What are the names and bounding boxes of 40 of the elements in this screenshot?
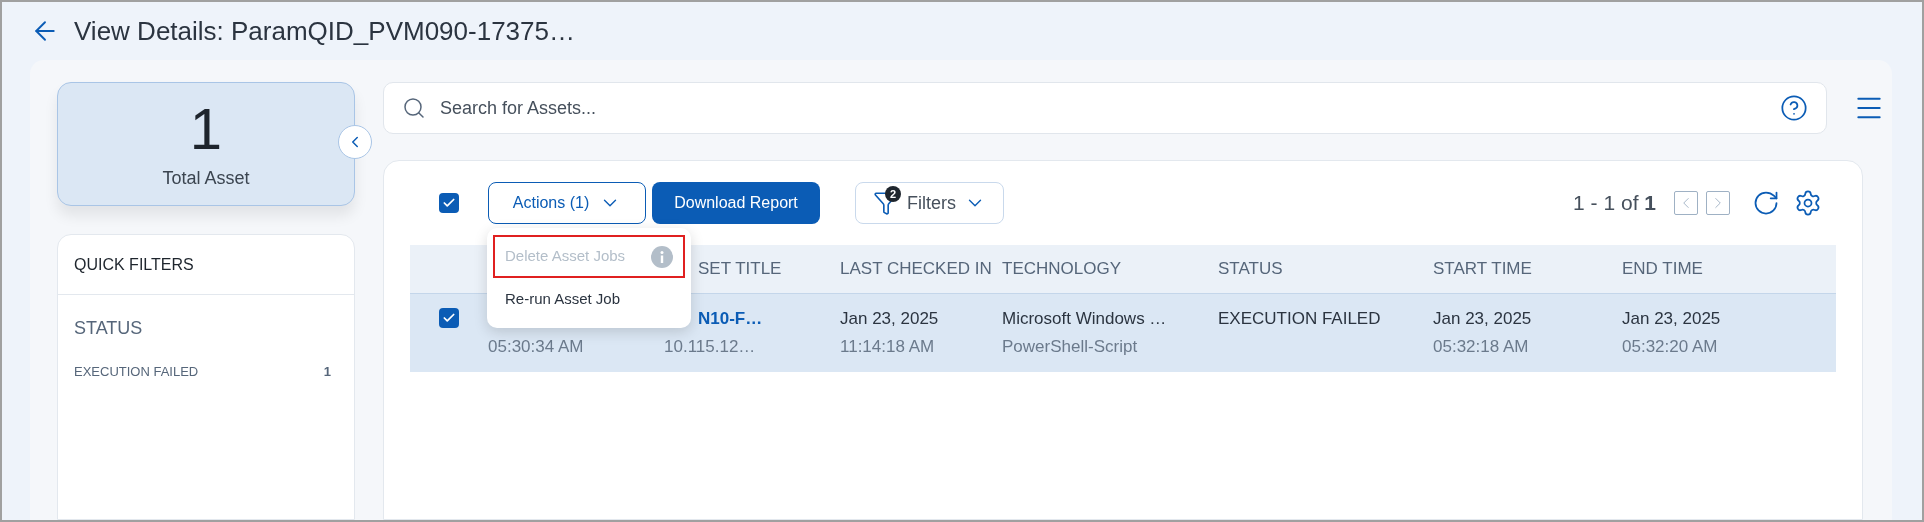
filter-group-title: STATUS [74, 317, 144, 340]
download-report-button[interactable]: Download Report [652, 182, 820, 224]
table-cell-subtext: 05:30:34 AM [488, 336, 585, 358]
checkbox[interactable] [439, 193, 459, 213]
table-cell: Jan 23, 2025 [840, 309, 939, 328]
table-cell: EXECUTION FAILED [1218, 309, 1381, 328]
table-cell-subtext: 10.115.12… [664, 336, 757, 358]
asset-title-link[interactable]: N10-F… [698, 309, 763, 328]
column-header: START TIME [1433, 259, 1532, 279]
page-title: View Details: ParamQID_PVM090-17375… [74, 14, 575, 48]
checkbox[interactable] [439, 308, 459, 328]
table-cell: Microsoft Windows … [1002, 309, 1167, 328]
help-icon[interactable] [1780, 94, 1808, 122]
search-bar[interactable]: Search for Assets... [383, 82, 1827, 134]
table-cell-subtext: 11:14:18 AM [840, 336, 936, 358]
filter-count-badge: 2 [885, 186, 901, 202]
search-field[interactable]: Search for Assets... [440, 94, 1766, 122]
settings-icon[interactable] [1794, 189, 1822, 217]
table-cell-subtext: 05:32:20 AM [1622, 336, 1719, 358]
actions-dropdown[interactable]: Actions (1) [488, 182, 646, 224]
pagination-text: 1 - 1 of 1 [1573, 190, 1656, 217]
total-asset-label: Total Asset [162, 166, 250, 190]
table-cell-subtext: 05:32:18 AM [1433, 336, 1530, 358]
table-cell: Jan 23, 2025 [1433, 309, 1532, 328]
filters-dropdown[interactable]: 2 Filters [855, 182, 1004, 224]
table-cell: Jan 23, 2025 [1622, 309, 1721, 328]
total-asset-count: 1 [189, 96, 223, 161]
column-header: LAST CHECKED IN [840, 259, 992, 279]
column-header: TECHNOLOGY [1002, 259, 1122, 279]
quick-filters-title: QUICK FILTERS [74, 254, 194, 275]
filter-item[interactable]: EXECUTION FAILED 1 [74, 362, 338, 382]
column-header: STATUS [1218, 259, 1283, 279]
check-icon [442, 196, 456, 210]
check-icon [442, 311, 456, 325]
refresh-icon[interactable] [1752, 189, 1780, 217]
search-icon [402, 96, 426, 120]
column-header: END TIME [1622, 259, 1703, 279]
table-cell-subtext: PowerShell-Script [1002, 336, 1139, 358]
info-icon [651, 245, 673, 268]
column-header: SET TITLE [698, 259, 782, 279]
